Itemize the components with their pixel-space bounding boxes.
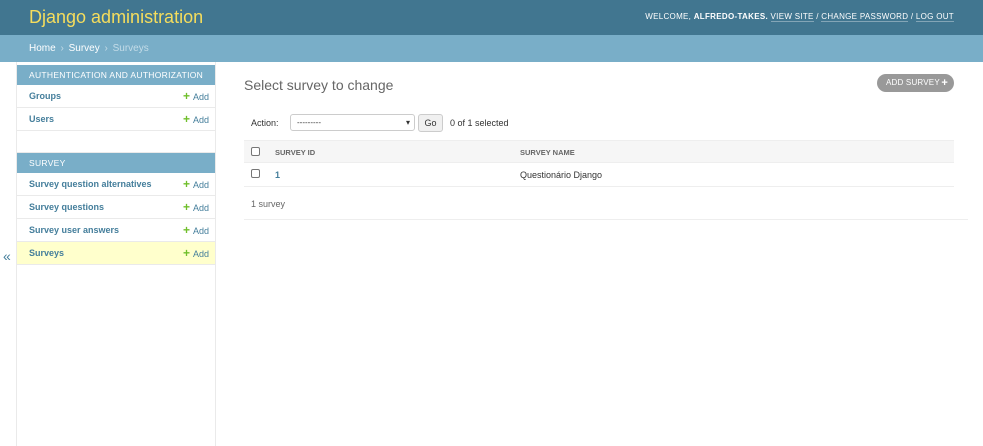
- module-gap: [17, 131, 215, 153]
- sidebar-item-groups-link[interactable]: Groups: [29, 91, 61, 101]
- paginator: 1 survey: [244, 188, 968, 220]
- sidebar-item-surveys-link[interactable]: Surveys: [29, 248, 64, 258]
- result-table: SURVEY ID SURVEY NAME 1 Questionário Dja…: [244, 140, 954, 187]
- header: Django administration WELCOME, ALFREDO-T…: [0, 0, 983, 35]
- breadcrumb-survey[interactable]: Survey: [69, 43, 100, 54]
- sidebar-item-users-link[interactable]: Users: [29, 114, 54, 124]
- add-survey-user-answers-link[interactable]: + Add: [183, 219, 209, 243]
- table-cell-name: Questionário Django: [520, 170, 603, 180]
- table-row: 1 Questionário Django: [244, 163, 954, 187]
- logout-link[interactable]: LOG OUT: [915, 12, 954, 22]
- add-users-link[interactable]: + Add: [183, 108, 209, 132]
- sidebar-item-survey-user-answers-link[interactable]: Survey user answers: [29, 225, 119, 235]
- add-label: Add: [192, 226, 209, 236]
- username: ALFREDO-TAKES.: [693, 12, 769, 21]
- breadcrumb-separator: ›: [60, 43, 64, 54]
- page-title: Select survey to change: [244, 77, 394, 93]
- breadcrumb: Home › Survey › Surveys: [0, 35, 983, 62]
- add-groups-link[interactable]: + Add: [183, 85, 209, 109]
- sidebar-item-survey-user-answers: Survey user answers + Add: [17, 219, 215, 242]
- add-survey-label: ADD SURVEY: [886, 78, 940, 87]
- plus-icon: +: [182, 200, 190, 214]
- survey-id-link[interactable]: 1: [275, 170, 280, 180]
- sidebar-item-surveys: Surveys + Add: [17, 242, 215, 265]
- sidebar-item-groups: Groups + Add: [17, 85, 215, 108]
- view-site-link[interactable]: VIEW SITE: [770, 12, 814, 22]
- breadcrumb-separator: ›: [104, 43, 108, 54]
- plus-icon: +: [182, 246, 190, 260]
- module-survey: Survey Survey question alternatives + Add…: [17, 153, 215, 265]
- module-caption-auth[interactable]: Authentication and Authorization: [17, 65, 215, 85]
- sidebar-item-survey-question-alternatives: Survey question alternatives + Add: [17, 173, 215, 196]
- select-all-checkbox[interactable]: [251, 147, 260, 156]
- go-button[interactable]: Go: [418, 114, 443, 132]
- plus-icon: +: [182, 223, 190, 237]
- table-header-row: SURVEY ID SURVEY NAME: [244, 140, 954, 163]
- row-checkbox[interactable]: [251, 169, 260, 178]
- add-label: Add: [192, 180, 209, 190]
- table-cell-id: 1: [275, 163, 280, 187]
- add-label: Add: [192, 92, 209, 102]
- separator: /: [908, 12, 916, 21]
- welcome-text: WELCOME,: [645, 12, 692, 21]
- plus-icon: +: [182, 112, 190, 126]
- change-password-link[interactable]: CHANGE PASSWORD: [821, 12, 909, 22]
- add-label: Add: [192, 115, 209, 125]
- selected-count: 0 of 1 selected: [450, 118, 509, 128]
- action-selected-option: ---------: [297, 118, 321, 127]
- add-label: Add: [192, 203, 209, 213]
- double-chevron-left-icon[interactable]: «: [3, 248, 11, 264]
- add-survey-question-alternatives-link[interactable]: + Add: [183, 173, 209, 197]
- site-branding[interactable]: Django administration: [29, 6, 203, 28]
- plus-icon: +: [182, 177, 190, 191]
- column-header-survey-name[interactable]: SURVEY NAME: [520, 141, 575, 164]
- user-tools: WELCOME, ALFREDO-TAKES. VIEW SITE / CHAN…: [645, 11, 954, 23]
- plus-icon: +: [941, 77, 948, 89]
- sidebar-item-survey-questions: Survey questions + Add: [17, 196, 215, 219]
- action-select[interactable]: --------- ▾: [290, 114, 415, 131]
- plus-icon: +: [182, 89, 190, 103]
- sidebar-item-users: Users + Add: [17, 108, 215, 131]
- add-survey-button[interactable]: ADD SURVEY +: [877, 74, 954, 92]
- module-caption-survey[interactable]: Survey: [17, 153, 215, 173]
- chevron-down-icon: ▾: [405, 118, 410, 127]
- nav-sidebar: Authentication and Authorization Groups …: [16, 62, 216, 446]
- module-auth: Authentication and Authorization Groups …: [17, 65, 215, 131]
- breadcrumb-home[interactable]: Home: [29, 43, 56, 54]
- sidebar-item-survey-questions-link[interactable]: Survey questions: [29, 202, 104, 212]
- sidebar-item-survey-question-alternatives-link[interactable]: Survey question alternatives: [29, 179, 152, 189]
- action-label: Action:: [251, 118, 279, 128]
- breadcrumb-current: Surveys: [112, 43, 149, 54]
- add-surveys-link[interactable]: + Add: [183, 242, 209, 266]
- add-survey-questions-link[interactable]: + Add: [183, 196, 209, 220]
- column-header-survey-id[interactable]: SURVEY ID: [275, 141, 315, 164]
- add-label: Add: [192, 249, 209, 259]
